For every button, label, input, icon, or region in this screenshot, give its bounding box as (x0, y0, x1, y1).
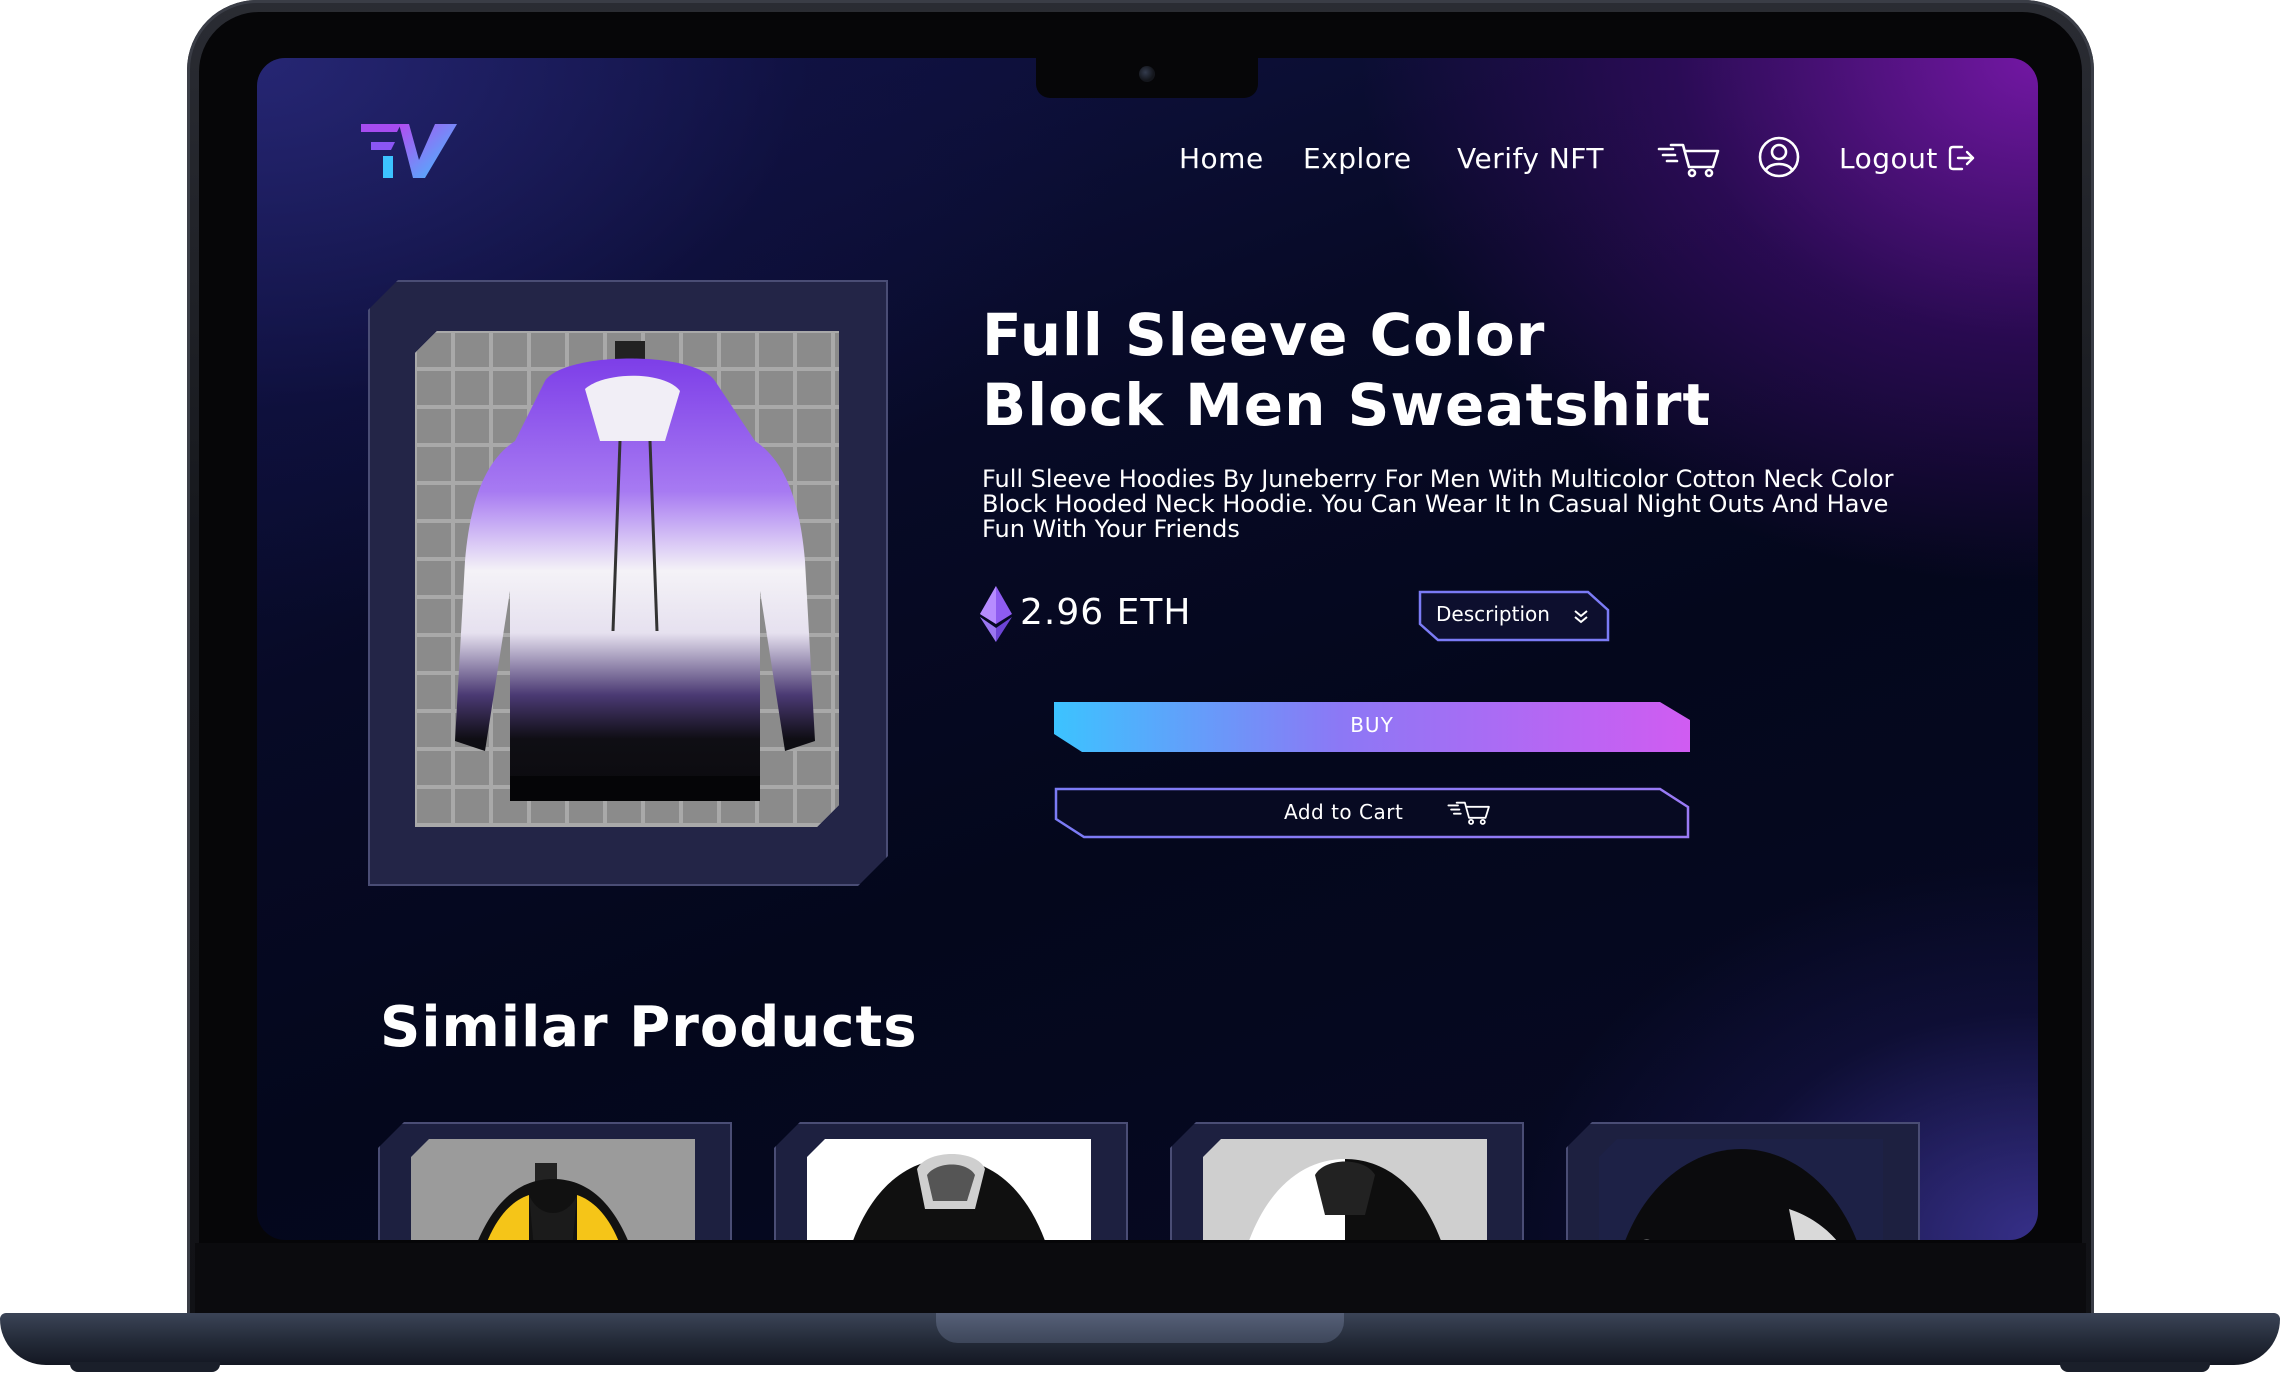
laptop-chin (195, 1243, 2086, 1313)
similar-product-image[interactable] (411, 1139, 695, 1240)
product-description: Full Sleeve Hoodies By Juneberry For Men… (982, 465, 1894, 543)
description-button-label: Description (1436, 602, 1550, 626)
similar-products-title: Similar Products (380, 995, 918, 1060)
product-price: 2.96 ETH (1020, 592, 1192, 633)
laptop-base-notch (936, 1313, 1344, 1343)
add-to-cart-label: Add to Cart (1284, 800, 1404, 824)
camera-icon (1139, 66, 1155, 82)
nav-home[interactable]: Home (1179, 138, 1264, 178)
logout-icon (1948, 145, 1975, 171)
similar-product-image[interactable] (1203, 1139, 1487, 1240)
description-button[interactable]: Description (1418, 590, 1610, 642)
screen: Home Explore Verify NFT Logout Full Slee… (257, 58, 2038, 1240)
nav-logout[interactable]: Logout (1839, 138, 1976, 178)
buy-button[interactable]: BUY (1054, 702, 1690, 752)
user-icon[interactable] (1757, 135, 1801, 179)
cart-icon (1447, 801, 1490, 825)
product-image[interactable] (415, 331, 839, 827)
brand-logo[interactable] (359, 120, 459, 180)
laptop-foot (70, 1362, 220, 1372)
laptop-foot (2060, 1362, 2210, 1372)
nav-verify-nft[interactable]: Verify NFT (1457, 138, 1604, 178)
add-to-cart-button[interactable]: Add to Cart (1054, 787, 1690, 839)
similar-product-image[interactable] (807, 1139, 1091, 1240)
camera-notch (1036, 58, 1258, 98)
chevron-down-icon (1574, 610, 1588, 624)
similar-product-image[interactable] (1599, 1139, 1883, 1240)
cart-icon[interactable] (1657, 142, 1721, 178)
ethereum-icon (980, 586, 1012, 642)
product-title: Full Sleeve Color Block Men Sweatshirt (982, 301, 1712, 439)
nav-explore[interactable]: Explore (1303, 138, 1412, 178)
buy-button-label: BUY (1350, 713, 1394, 737)
